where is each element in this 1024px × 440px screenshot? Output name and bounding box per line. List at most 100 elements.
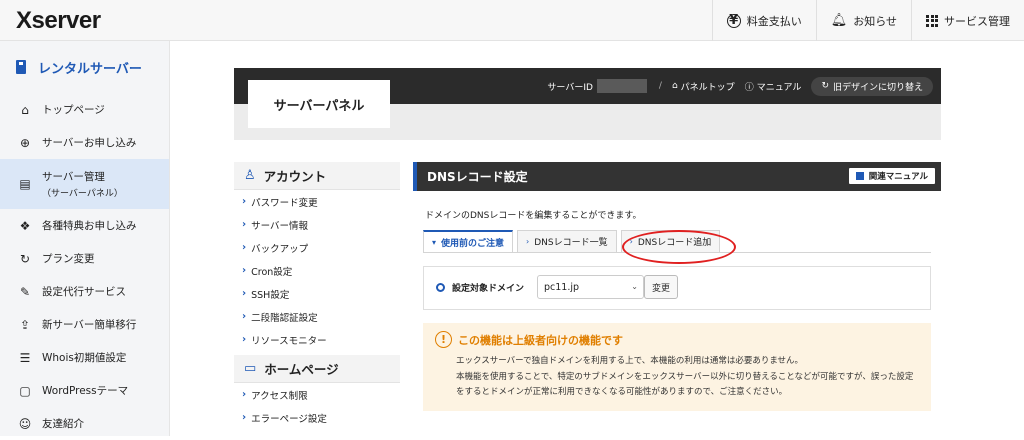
sidebar-item-text: トップページ — [42, 102, 105, 117]
dns-title: DNSレコード設定 — [427, 170, 528, 184]
sidebar-item-label: サーバーお申し込み — [42, 137, 137, 149]
warning-box: ! この機能は上級者向けの機能です エックスサーバーで独自ドメインを利用する上で… — [423, 323, 931, 411]
change-button[interactable]: 変更 — [644, 275, 678, 299]
menu-item[interactable]: › リソースモニター — [234, 328, 400, 351]
menu-item[interactable]: › サーバー情報 — [234, 213, 400, 236]
annotation-circle — [622, 230, 736, 264]
sidebar-item[interactable]: ⌂ トップページ — [0, 93, 169, 126]
related-manual-button[interactable]: 関連マニュアル — [848, 168, 935, 184]
notice-label: お知らせ — [853, 14, 897, 28]
book-icon — [855, 172, 864, 180]
sidebar-item[interactable]: ✎ 設定代行サービス — [0, 275, 169, 308]
sidebar-item[interactable]: ☺ 友達紹介 — [0, 407, 169, 440]
warning-line: 本機能を使用することで、特定のサブドメインをエックスサーバー以外に切り替えること… — [456, 371, 914, 382]
panel-top-link[interactable]: ⌂ パネルトップ — [672, 80, 735, 93]
service-management-link[interactable]: サービス管理 — [911, 0, 1024, 41]
menu-item-label: SSH設定 — [251, 289, 290, 301]
sidebar-item[interactable]: ⊕ サーバーお申し込み — [0, 126, 169, 159]
sidebar-item-text: 設定代行サービス — [42, 284, 126, 299]
menu-item-label: リソースモニター — [251, 335, 327, 347]
panel-header-links: サーバーID / ⌂ パネルトップ ⓘ マニュアル ↻ 旧デザインに切り替え — [547, 68, 933, 104]
menu-item[interactable]: › パスワード変更 — [234, 190, 400, 213]
menu-item[interactable]: › アクセス制限 — [234, 383, 400, 406]
switch-icon: ↻ — [821, 81, 829, 91]
sidebar-item-text: サーバーお申し込み — [42, 135, 136, 150]
domain-selector-box: 設定対象ドメイン pc11.jp ⌄ 変更 — [423, 266, 931, 310]
chevron-down-icon: ⌄ — [631, 282, 638, 291]
sidebar-item-label: 各種特典お申し込み — [42, 220, 137, 232]
chevron-right-icon: › — [242, 196, 247, 207]
chevron-right-icon: › — [242, 412, 247, 423]
gift-icon: ❖ — [19, 218, 31, 233]
menu-item[interactable]: › バックアップ — [234, 236, 400, 259]
manual-link[interactable]: ⓘ マニュアル — [745, 80, 802, 93]
person-icon: ♙ — [244, 168, 256, 183]
old-design-button[interactable]: ↻ 旧デザインに切り替え — [811, 76, 933, 96]
rental-server-icon — [16, 60, 26, 74]
window-icon: ▢ — [19, 383, 31, 398]
related-manual-label: 関連マニュアル — [868, 172, 928, 182]
menu-item[interactable]: › SSH設定 — [234, 282, 400, 305]
sidebar-title[interactable]: レンタルサーバー — [0, 41, 169, 93]
menu-item[interactable]: › 二段階認証設定 — [234, 305, 400, 328]
refresh-icon: ↻ — [19, 251, 31, 266]
upload-icon: ⇪ — [19, 317, 31, 332]
warning-text: エックスサーバーで独自ドメインを利用する上で、本機能の利用は通常は必要ありません… — [456, 354, 919, 401]
exclamation-icon: ! — [435, 331, 452, 348]
account-heading: ♙ アカウント — [234, 162, 400, 190]
chevron-right-icon: › — [242, 334, 247, 345]
sidebar-item[interactable]: ↻ プラン変更 — [0, 242, 169, 275]
help-icon: ⓘ — [744, 82, 754, 93]
sidebar-item-text: 友達紹介 — [42, 416, 84, 431]
chevron-right-icon: › — [242, 265, 247, 276]
home-icon: ⌂ — [671, 81, 678, 91]
radio-icon — [436, 283, 445, 292]
sidebar-item-label: WordPressテーマ — [42, 385, 129, 397]
chevron-down-icon: ▾ — [432, 237, 437, 247]
separator: / — [658, 81, 662, 91]
person-icon: ☺ — [18, 416, 32, 431]
domain-select[interactable]: pc11.jp ⌄ — [537, 275, 644, 299]
notice-link[interactable]: 🔔︎ お知らせ — [815, 0, 911, 41]
homepage-heading: ▭ ホームページ — [234, 355, 400, 383]
sidebar-item[interactable]: ⇪ 新サーバー簡単移行 — [0, 308, 169, 341]
sidebar-item-text: サーバー管理 （サーバーパネル） — [42, 169, 123, 199]
menu-item[interactable]: › Cron設定 — [234, 259, 400, 282]
document-icon: ☰ — [19, 350, 31, 365]
sidebar-item[interactable]: ▤ サーバー管理 （サーバーパネル） — [0, 159, 169, 209]
page-title: サーバーパネル — [248, 80, 390, 128]
menu-item-label: パスワード変更 — [251, 197, 318, 209]
sidebar-item[interactable]: ☰ Whois初期値設定 — [0, 341, 169, 374]
sidebar-item-text: WordPressテーマ — [42, 383, 128, 398]
sidebar-item-sub: （サーバーパネル） — [42, 189, 123, 199]
tab-record-list[interactable]: › DNSレコード一覧 — [517, 230, 617, 252]
manual-label: マニュアル — [756, 82, 802, 93]
account-heading-label: アカウント — [263, 169, 327, 184]
dns-description: ドメインのDNSレコードを編集することができます。 — [425, 211, 642, 221]
logo[interactable]: Xserver — [16, 7, 101, 35]
sidebar-item[interactable]: ❖ 各種特典お申し込み — [0, 209, 169, 242]
payment-link[interactable]: ¥ 料金支払い — [711, 0, 816, 41]
service-management-label: サービス管理 — [944, 14, 1010, 28]
top-nav: ¥ 料金支払い 🔔︎ お知らせ サービス管理 — [711, 0, 1024, 41]
warning-title: ! この機能は上級者向けの機能です — [435, 331, 919, 348]
tab-notice[interactable]: ▾ 使用前のご注意 — [423, 230, 514, 252]
server-id-label: サーバーID — [547, 82, 593, 93]
domain-select-value: pc11.jp — [544, 281, 580, 293]
sidebar-item-label: トップページ — [42, 104, 105, 116]
menu-item-label: Cron設定 — [251, 266, 293, 278]
domain-label-text: 設定対象ドメイン — [452, 284, 525, 294]
tab-record-list-label: DNSレコード一覧 — [534, 238, 608, 248]
server-icon: ▤ — [19, 177, 31, 191]
sidebar-item[interactable]: ▢ WordPressテーマ — [0, 374, 169, 407]
sidebar-item-label: Whois初期値設定 — [42, 352, 127, 364]
home-icon: ⌂ — [21, 102, 29, 117]
sidebar-item-label: 友達紹介 — [42, 418, 84, 430]
yen-icon: ¥ — [726, 13, 741, 28]
menu-item-label: エラーページ設定 — [251, 413, 327, 425]
menu-item[interactable]: › エラーページ設定 — [234, 406, 400, 429]
chevron-right-icon: › — [242, 242, 247, 253]
sidebar-item-label: 設定代行サービス — [42, 286, 126, 298]
menu-item-label: 二段階認証設定 — [251, 312, 318, 324]
chevron-right-icon: › — [242, 288, 247, 299]
